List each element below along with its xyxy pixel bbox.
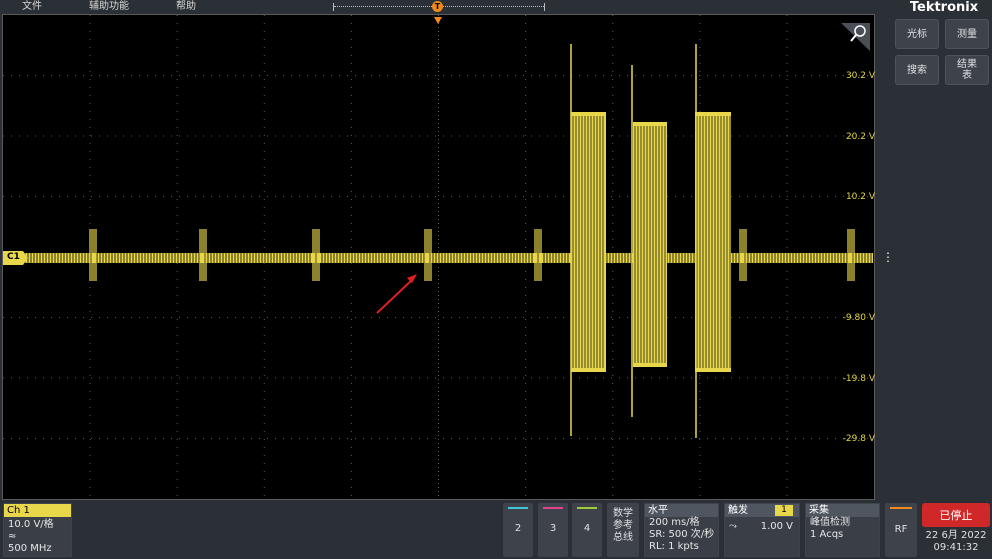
voltage-label: -9.80 V — [842, 313, 875, 323]
ch3-button[interactable]: 3 — [538, 503, 568, 557]
ch1-badge[interactable]: Ch 1 10.0 V/格 ≈ 500 MHz — [3, 503, 72, 557]
ch2-label: 2 — [514, 523, 522, 534]
ch1-coupling-icon: ≈ — [8, 531, 17, 542]
trigger-source: 1 — [775, 505, 793, 516]
rf-button[interactable]: RF — [885, 503, 917, 557]
trigger-time-marker — [434, 17, 442, 24]
trigger-badge[interactable]: 触发 1 ⤳ 1.00 V — [724, 503, 800, 557]
time-label: 09:41:32 — [933, 542, 979, 553]
acquisition-badge[interactable]: 采集 峰值检测 1 Acqs — [805, 503, 880, 557]
acquisition-title: 采集 — [806, 504, 879, 517]
voltage-label: 30.2 V — [845, 71, 875, 81]
waveform-display[interactable]: C1 30.2 V 20.2 V 10.2 V -9.80 V -19.8 V … — [2, 14, 875, 500]
cursor-button[interactable]: 光标 — [895, 19, 939, 49]
results-label-line2: 表 — [962, 70, 972, 81]
voltage-label: -29.8 V — [842, 434, 875, 444]
more-options-icon[interactable]: ⋮ — [882, 251, 894, 274]
horizontal-scale: 200 ms/格 — [649, 517, 700, 528]
ch2-button[interactable]: 2 — [503, 503, 533, 557]
trigger-title: 触发 — [728, 505, 748, 516]
ch4-label: 4 — [583, 523, 591, 534]
ch4-button[interactable]: 4 — [572, 503, 602, 557]
date-label: 22 6月 2022 — [925, 530, 987, 541]
trigger-position-marker[interactable]: T — [432, 1, 443, 12]
search-button[interactable]: 搜索 — [895, 55, 939, 85]
voltage-label: 20.2 V — [845, 132, 875, 142]
run-stop-button[interactable]: 已停止 — [922, 503, 990, 527]
results-table-button[interactable]: 结果表 — [945, 55, 989, 85]
voltage-label: -19.8 V — [842, 374, 875, 384]
zoom-icon[interactable] — [841, 23, 870, 51]
sample-rate: SR: 500 次/秒 — [649, 529, 715, 540]
menu-file[interactable]: 文件 — [22, 0, 42, 13]
trigger-slope-icon: ⤳ — [729, 521, 737, 532]
trace-burst — [695, 112, 731, 372]
menu-help[interactable]: 帮助 — [176, 0, 196, 13]
acquisition-mode: 峰值检测 — [810, 517, 850, 528]
date-time: 22 6月 2022 09:41:32 — [922, 530, 990, 554]
measure-button[interactable]: 测量 — [945, 19, 989, 49]
rf-label: RF — [894, 524, 908, 535]
horizontal-badge[interactable]: 水平 200 ms/格 SR: 500 次/秒 RL: 1 kpts — [644, 503, 719, 557]
trigger-header: 触发 1 — [725, 504, 799, 517]
voltage-label: 10.2 V — [845, 192, 875, 202]
ch1-title: Ch 1 — [4, 504, 71, 517]
math-ref-bus-button[interactable]: 数学 参考 总线 — [607, 503, 639, 557]
ch3-label: 3 — [549, 523, 557, 534]
ch1-scale: 10.0 V/格 — [8, 519, 54, 530]
bus-label: 总线 — [613, 532, 633, 543]
ch1-marker-label: C1 — [7, 252, 20, 262]
results-label-line1: 结果 — [957, 59, 977, 70]
horizontal-title: 水平 — [645, 504, 718, 517]
math-label: 数学 — [613, 508, 633, 519]
ch1-bandwidth: 500 MHz — [8, 543, 52, 554]
trigger-level: 1.00 V — [760, 521, 793, 532]
menu-utility[interactable]: 辅助功能 — [89, 0, 129, 13]
acquisition-count: 1 Acqs — [810, 529, 844, 540]
red-arrow-annotation — [376, 274, 417, 314]
record-length: RL: 1 kpts — [649, 541, 699, 552]
ref-label: 参考 — [613, 520, 633, 531]
side-panel: 光标 测量 搜索 结果表 ⋮ — [880, 14, 992, 500]
